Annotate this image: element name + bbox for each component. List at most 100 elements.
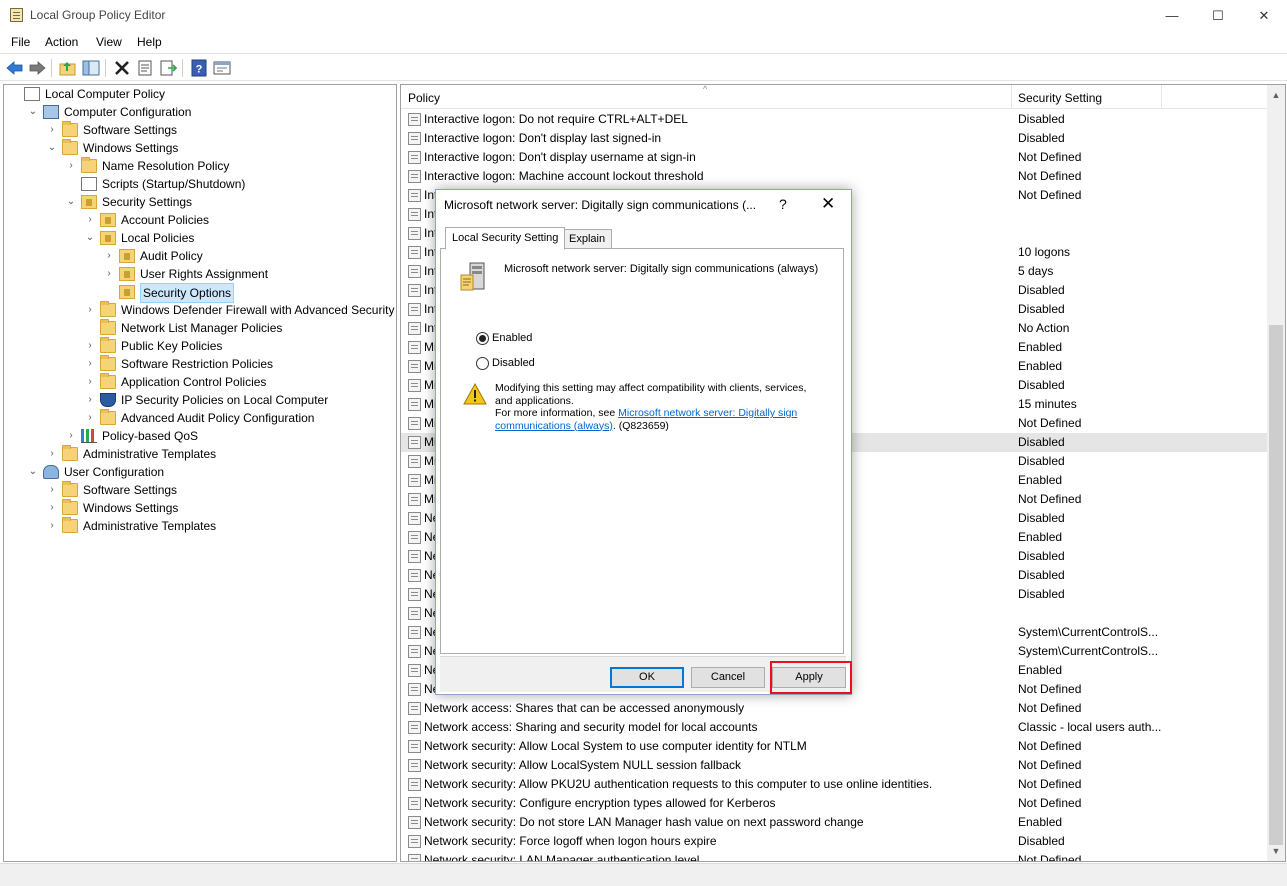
console-tree-icon[interactable] xyxy=(212,58,232,78)
tree-node[interactable]: › Application Control Policies xyxy=(4,373,394,391)
expand-chevron-icon[interactable]: › xyxy=(46,517,58,535)
tree-node[interactable]: ⌄ Local Policies xyxy=(4,229,394,247)
tree-node[interactable]: › Public Key Policies xyxy=(4,337,394,355)
tree-node[interactable]: ⌄ User Configuration xyxy=(4,463,394,481)
expand-chevron-icon[interactable]: › xyxy=(84,355,96,373)
expand-chevron-icon[interactable]: › xyxy=(84,391,96,409)
expand-chevron-icon[interactable]: › xyxy=(65,157,77,175)
tree-node-label[interactable]: Advanced Audit Policy Configuration xyxy=(121,409,314,427)
tree-node-label[interactable]: Network List Manager Policies xyxy=(121,319,282,337)
tree-node-label[interactable]: Windows Settings xyxy=(83,499,178,517)
delete-icon[interactable] xyxy=(112,58,132,78)
tree-node[interactable]: › Audit Policy xyxy=(4,247,394,265)
radio-button-checked[interactable] xyxy=(476,332,489,345)
menu-help[interactable]: Help xyxy=(137,35,162,49)
tree-node[interactable]: ⌄ Windows Settings xyxy=(4,139,394,157)
tree-node[interactable]: › Advanced Audit Policy Configuration xyxy=(4,409,394,427)
tree-node[interactable]: › Windows Defender Firewall with Advanced… xyxy=(4,301,394,319)
tree-node-label[interactable]: Account Policies xyxy=(121,211,209,229)
expand-chevron-icon[interactable]: › xyxy=(103,265,115,283)
tree-node-label[interactable]: Software Settings xyxy=(83,481,177,499)
tree-node-label[interactable]: Computer Configuration xyxy=(64,103,191,121)
tree-node-label[interactable]: Local Policies xyxy=(121,229,194,247)
expand-chevron-icon[interactable]: › xyxy=(84,337,96,355)
dialog-close-button[interactable]: ✕ xyxy=(821,194,835,214)
tree-node-label[interactable]: Administrative Templates xyxy=(83,445,216,463)
scroll-up-icon[interactable]: ▲ xyxy=(1267,87,1285,103)
tree-node-label[interactable]: Name Resolution Policy xyxy=(102,157,229,175)
tree-node-label[interactable]: Application Control Policies xyxy=(121,373,266,391)
disabled-radio-label[interactable]: Disabled xyxy=(492,356,535,371)
vertical-scrollbar[interactable]: ▲ ▼ xyxy=(1267,85,1285,861)
tree-node[interactable]: › Administrative Templates xyxy=(4,445,394,463)
menu-action[interactable]: Action xyxy=(45,35,78,49)
tree-node[interactable]: › Administrative Templates xyxy=(4,517,394,535)
tree-node-label[interactable]: Security Settings xyxy=(102,193,192,211)
tree-node-label[interactable]: Windows Defender Firewall with Advanced … xyxy=(121,301,394,319)
expand-chevron-icon[interactable]: › xyxy=(84,211,96,229)
expand-chevron-icon[interactable]: › xyxy=(46,445,58,463)
policy-row[interactable]: Interactive logon: Machine account locko… xyxy=(401,167,1267,186)
tab-explain[interactable]: Explain xyxy=(562,229,613,249)
tree-node[interactable]: Local Computer Policy xyxy=(4,85,394,103)
menu-view[interactable]: View xyxy=(96,35,122,49)
console-tree[interactable]: Local Computer Policy ⌄ Computer Configura… xyxy=(3,84,397,862)
collapse-chevron-icon[interactable]: ⌄ xyxy=(27,463,39,481)
tree-node[interactable]: Network List Manager Policies xyxy=(4,319,394,337)
column-header-security-setting[interactable]: Security Setting xyxy=(1018,91,1102,105)
expand-chevron-icon[interactable]: › xyxy=(84,373,96,391)
policy-row[interactable]: Network security: Allow PKU2U authentica… xyxy=(401,775,1267,794)
tree-node[interactable]: › Software Restriction Policies xyxy=(4,355,394,373)
tree-node[interactable]: › Policy-based QoS xyxy=(4,427,394,445)
tree-node-label[interactable]: User Configuration xyxy=(64,463,164,481)
tree-node[interactable]: Security Options xyxy=(4,283,394,303)
collapse-chevron-icon[interactable]: ⌄ xyxy=(46,139,58,157)
tree-node[interactable]: › IP Security Policies on Local Computer xyxy=(4,391,394,409)
collapse-chevron-icon[interactable]: ⌄ xyxy=(27,103,39,121)
tree-node[interactable]: › Name Resolution Policy xyxy=(4,157,394,175)
tree-node-label[interactable]: Windows Settings xyxy=(83,139,178,157)
dialog-help-button[interactable]: ? xyxy=(779,196,787,212)
tree-node[interactable]: ⌄ Computer Configuration xyxy=(4,103,394,121)
policy-row[interactable]: Network access: Shares that can be acces… xyxy=(401,699,1267,718)
tree-node-label[interactable]: Public Key Policies xyxy=(121,337,222,355)
policy-row[interactable]: Interactive logon: Don't display last si… xyxy=(401,129,1267,148)
tree-node-label[interactable]: Scripts (Startup/Shutdown) xyxy=(102,175,245,193)
collapse-chevron-icon[interactable]: ⌄ xyxy=(84,229,96,247)
policy-row[interactable]: Network security: Allow LocalSystem NULL… xyxy=(401,756,1267,775)
collapse-chevron-icon[interactable]: ⌄ xyxy=(65,193,77,211)
expand-chevron-icon[interactable]: › xyxy=(46,121,58,139)
tab-local-security-setting[interactable]: Local Security Setting xyxy=(445,227,566,250)
column-divider[interactable] xyxy=(1011,85,1012,109)
up-folder-icon[interactable] xyxy=(58,58,78,78)
tree-node-label[interactable]: Audit Policy xyxy=(140,247,203,265)
maximize-button[interactable]: ☐ xyxy=(1195,0,1241,31)
back-icon[interactable] xyxy=(5,58,25,78)
expand-chevron-icon[interactable]: › xyxy=(84,301,96,319)
expand-chevron-icon[interactable]: › xyxy=(65,427,77,445)
tree-node[interactable]: › Account Policies xyxy=(4,211,394,229)
column-header-policy[interactable]: Policy xyxy=(408,91,440,105)
tree-node[interactable]: ⌄ Security Settings xyxy=(4,193,394,211)
policy-row[interactable]: Network security: LAN Manager authentica… xyxy=(401,851,1267,861)
expand-chevron-icon[interactable]: › xyxy=(46,499,58,517)
help-icon[interactable]: ? xyxy=(189,58,209,78)
policy-row[interactable]: Network security: Do not store LAN Manag… xyxy=(401,813,1267,832)
minimize-button[interactable]: — xyxy=(1149,0,1195,31)
policy-row[interactable]: Network access: Sharing and security mod… xyxy=(401,718,1267,737)
scrollbar-thumb[interactable] xyxy=(1269,325,1283,845)
tree-node-label[interactable]: Software Settings xyxy=(83,121,177,139)
ok-button[interactable]: OK xyxy=(610,667,684,688)
tree-node[interactable]: › Software Settings xyxy=(4,481,394,499)
close-button[interactable]: ✕ xyxy=(1241,0,1287,31)
policy-row[interactable]: Network security: Force logoff when logo… xyxy=(401,832,1267,851)
expand-chevron-icon[interactable]: › xyxy=(46,481,58,499)
scroll-down-icon[interactable]: ▼ xyxy=(1267,843,1285,859)
tree-node-label[interactable]: IP Security Policies on Local Computer xyxy=(121,391,328,409)
tree-node[interactable]: Scripts (Startup/Shutdown) xyxy=(4,175,394,193)
expand-chevron-icon[interactable]: › xyxy=(103,247,115,265)
policy-row[interactable]: Network security: Configure encryption t… xyxy=(401,794,1267,813)
radio-button-unchecked[interactable] xyxy=(476,357,489,370)
cancel-button[interactable]: Cancel xyxy=(691,667,765,688)
tree-node-label[interactable]: Software Restriction Policies xyxy=(121,355,273,373)
